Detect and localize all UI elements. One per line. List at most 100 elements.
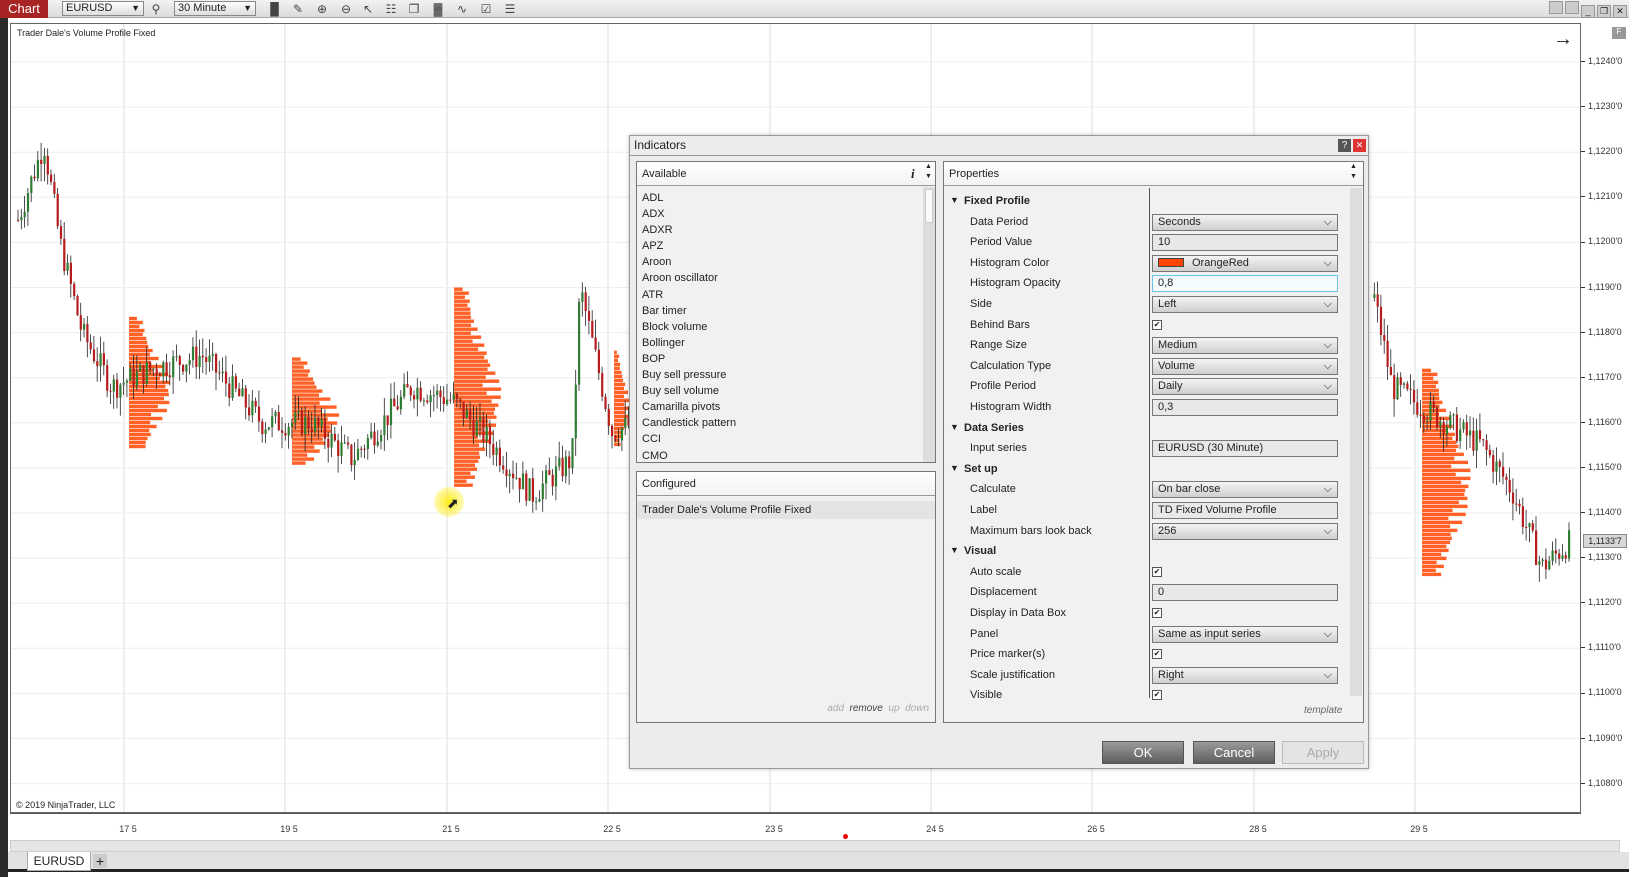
- property-select[interactable]: On bar close: [1152, 481, 1338, 499]
- properties-icon[interactable]: ❐: [406, 1, 422, 17]
- property-input[interactable]: 0,3: [1152, 399, 1338, 416]
- templates-icon[interactable]: ☑: [478, 1, 494, 17]
- properties-scrollbar[interactable]: [1350, 188, 1362, 696]
- property-checkbox[interactable]: ✔: [1152, 319, 1162, 330]
- property-row: Visible ✔: [944, 686, 1348, 701]
- pointer-icon[interactable]: ↖: [360, 1, 376, 17]
- available-indicator-item[interactable]: ADXR: [637, 222, 935, 238]
- volume-profile-bar: [454, 415, 497, 419]
- available-indicator-item[interactable]: Block volume: [637, 319, 935, 335]
- property-checkbox[interactable]: ✔: [1152, 608, 1162, 618]
- list-icon[interactable]: ☰: [502, 1, 518, 17]
- color-swatch: [1158, 258, 1184, 268]
- restore-icon[interactable]: ❐: [1597, 5, 1611, 18]
- property-select[interactable]: Same as input series: [1152, 625, 1338, 643]
- available-indicator-item[interactable]: APZ: [637, 238, 935, 254]
- property-select[interactable]: Left: [1152, 296, 1338, 313]
- property-input[interactable]: TD Fixed Volume Profile: [1152, 502, 1338, 519]
- available-indicator-item[interactable]: Bar timer: [637, 303, 935, 319]
- collapse-triangle-icon[interactable]: ▼: [950, 463, 959, 473]
- property-select[interactable]: Volume: [1152, 357, 1338, 375]
- up-link[interactable]: up: [888, 703, 899, 714]
- property-select[interactable]: Seconds: [1152, 213, 1338, 231]
- minimize-icon[interactable]: _: [1581, 5, 1595, 18]
- cancel-button[interactable]: Cancel: [1193, 741, 1275, 764]
- available-indicator-item[interactable]: CCI: [637, 431, 935, 447]
- ok-button[interactable]: OK: [1102, 741, 1184, 764]
- property-select[interactable]: Right: [1152, 666, 1338, 684]
- volume-profile-bar: [454, 411, 494, 415]
- info-icon[interactable]: i: [911, 162, 915, 186]
- strategies-icon[interactable]: ∿: [454, 1, 470, 17]
- property-input[interactable]: 0: [1152, 584, 1338, 602]
- candle-body: [300, 410, 303, 434]
- collapse-triangle-icon[interactable]: ▼: [950, 195, 959, 205]
- configured-item[interactable]: Trader Dale's Volume Profile Fixed: [637, 501, 935, 519]
- available-indicator-item[interactable]: BOP: [637, 351, 935, 367]
- available-indicator-item[interactable]: Bollinger: [637, 335, 935, 351]
- candle-body: [492, 444, 495, 455]
- instrument-select[interactable]: EURUSD ▼: [62, 1, 144, 16]
- apply-button[interactable]: Apply: [1282, 741, 1364, 764]
- available-indicator-item[interactable]: ADL: [637, 190, 935, 206]
- close-icon[interactable]: ✕: [1613, 5, 1627, 18]
- candle-body: [145, 362, 148, 384]
- available-indicator-item[interactable]: Camarilla pivots: [637, 399, 935, 415]
- available-indicator-item[interactable]: CMO: [637, 448, 935, 463]
- candle-body: [271, 416, 274, 428]
- column-divider[interactable]: [1149, 188, 1150, 698]
- dialog-close-button[interactable]: ✕: [1353, 139, 1366, 152]
- help-button[interactable]: ?: [1338, 139, 1351, 152]
- tab-eurusd[interactable]: EURUSD: [27, 852, 91, 871]
- down-link[interactable]: down: [905, 703, 929, 714]
- zoom-out-icon[interactable]: ⊖: [338, 1, 354, 17]
- property-checkbox[interactable]: ✔: [1152, 649, 1162, 660]
- property-input[interactable]: 0,8: [1152, 275, 1338, 293]
- property-select[interactable]: 256: [1152, 522, 1338, 540]
- property-checkbox[interactable]: ✔: [1152, 690, 1162, 701]
- add-tab-button[interactable]: +: [93, 854, 107, 868]
- available-indicator-item[interactable]: Candlestick pattern: [637, 415, 935, 431]
- search-icon[interactable]: ⚲: [148, 1, 164, 17]
- property-input[interactable]: 10: [1152, 234, 1338, 252]
- interval-select[interactable]: 30 Minute ▼: [174, 1, 256, 16]
- scroll-thumb[interactable]: [925, 189, 933, 223]
- remove-link[interactable]: remove: [849, 703, 882, 714]
- available-scrollbar[interactable]: [923, 187, 935, 462]
- horizontal-scrollbar[interactable]: [10, 840, 1620, 852]
- time-axis[interactable]: [10, 813, 1581, 839]
- available-indicator-item[interactable]: Buy sell volume: [637, 383, 935, 399]
- add-link[interactable]: add: [827, 703, 844, 714]
- candle-body: [1445, 427, 1449, 435]
- pencil-icon[interactable]: ✎: [290, 1, 306, 17]
- candle-body: [502, 465, 505, 470]
- property-color-select[interactable]: OrangeRed: [1152, 254, 1338, 272]
- candle-body: [228, 383, 231, 398]
- candle-body: [56, 193, 59, 227]
- property-select[interactable]: Medium: [1152, 337, 1338, 355]
- data-box-icon[interactable]: ☷: [383, 1, 399, 17]
- available-indicator-item[interactable]: ATR: [637, 287, 935, 303]
- template-link[interactable]: template: [1304, 705, 1342, 716]
- candle-body: [1535, 530, 1538, 565]
- indicators-icon[interactable]: ▓: [430, 1, 446, 17]
- available-indicator-item[interactable]: Buy sell pressure: [637, 367, 935, 383]
- candle-body: [462, 401, 465, 419]
- property-input[interactable]: EURUSD (30 Minute): [1152, 440, 1338, 458]
- scroll-to-end-arrow-icon[interactable]: →: [1553, 28, 1573, 51]
- sort-arrows-icon[interactable]: ▲ ▼: [1350, 162, 1357, 182]
- available-indicator-item[interactable]: Aroon: [637, 254, 935, 270]
- available-indicator-item[interactable]: ADX: [637, 206, 935, 222]
- bar-type-icon[interactable]: ▐▌: [266, 1, 283, 17]
- sort-arrows-icon[interactable]: ▲ ▼: [925, 162, 932, 182]
- tile-icon[interactable]: [1565, 1, 1579, 14]
- property-select[interactable]: Daily: [1152, 378, 1338, 396]
- available-indicator-item[interactable]: Aroon oscillator: [637, 270, 935, 286]
- property-checkbox[interactable]: ✔: [1152, 566, 1162, 577]
- tile-icon[interactable]: [1549, 1, 1563, 14]
- zoom-in-icon[interactable]: ⊕: [314, 1, 330, 17]
- volume-profile-bar: [1422, 512, 1466, 517]
- panel-settings-icon[interactable]: F: [1612, 27, 1626, 39]
- collapse-triangle-icon[interactable]: ▼: [950, 545, 959, 555]
- collapse-triangle-icon[interactable]: ▼: [950, 422, 959, 432]
